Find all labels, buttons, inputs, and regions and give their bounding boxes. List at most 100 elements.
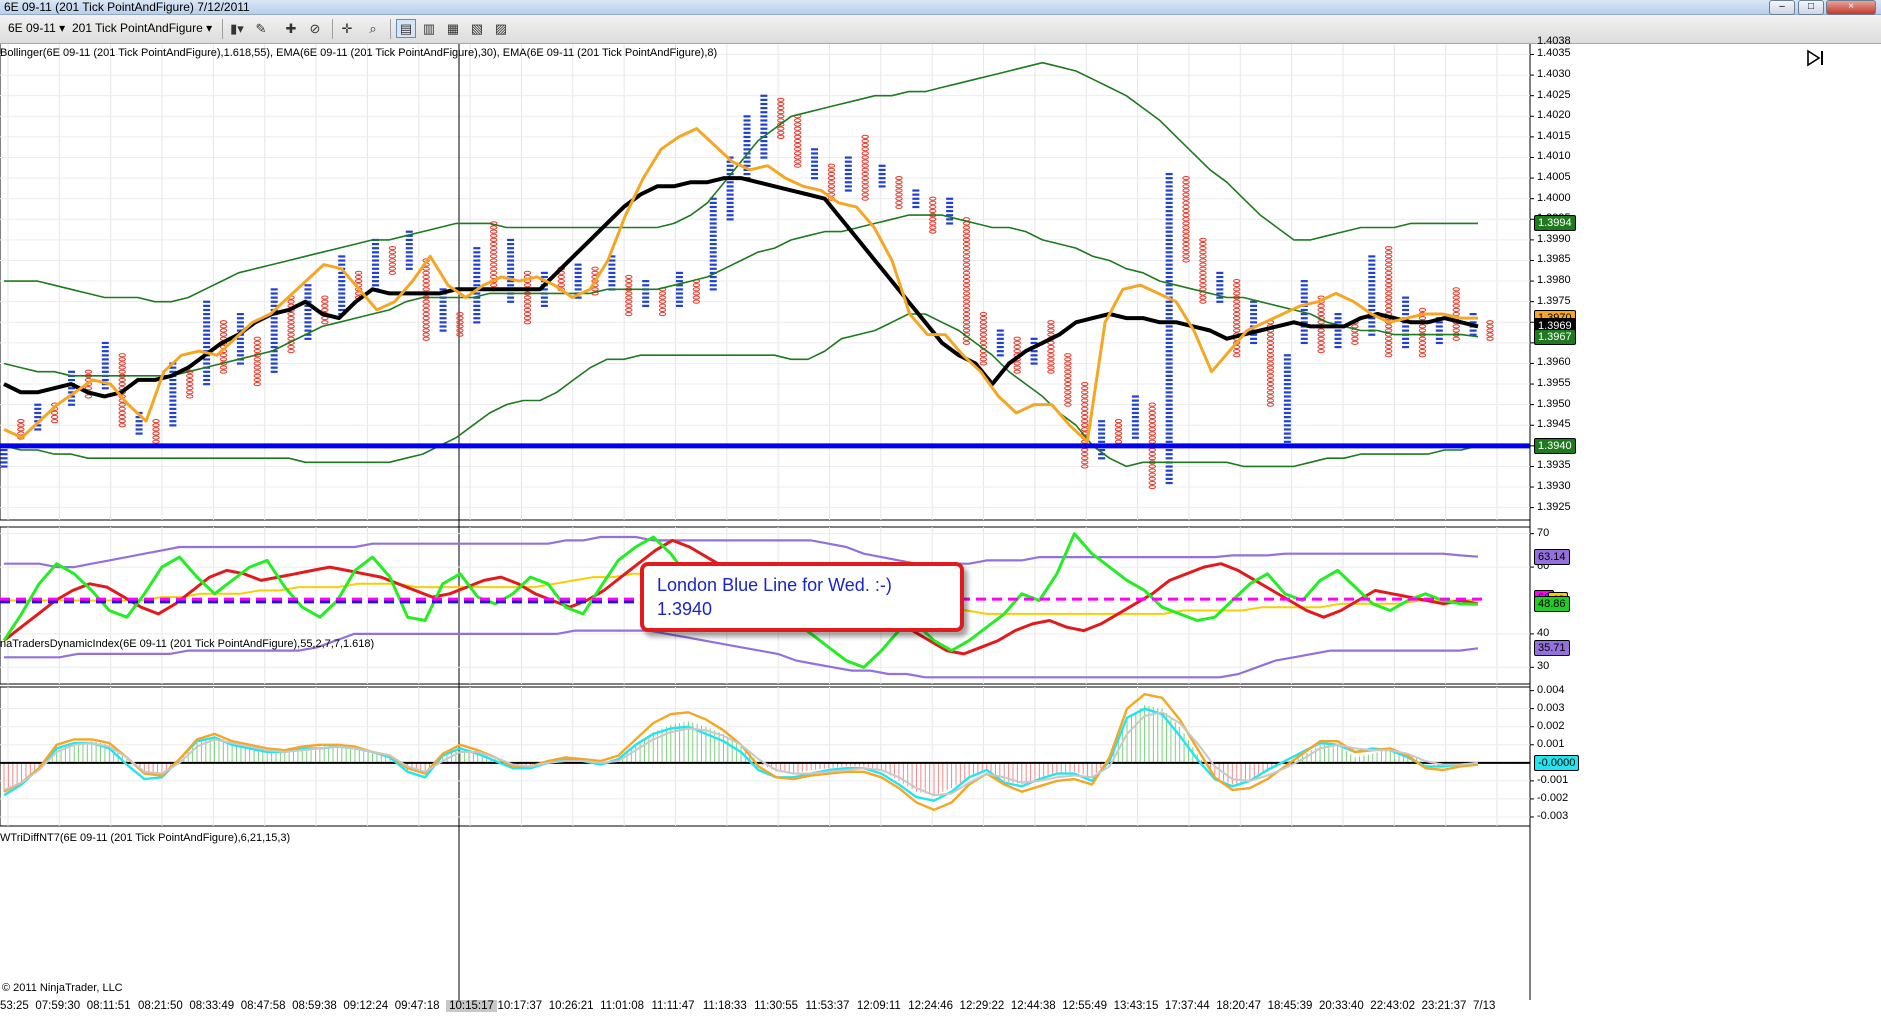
zoom-out-icon[interactable]: ⊘	[306, 20, 324, 37]
price-tick-label: 1.3945	[1537, 418, 1571, 431]
pf-x-box	[1300, 288, 1308, 291]
callout-line-1: London Blue Line for Wed. :-)	[657, 575, 892, 595]
pf-x-box	[1165, 436, 1173, 439]
pf-x-box	[372, 255, 379, 258]
pf-x-box	[1165, 201, 1173, 204]
strategies-icon[interactable]: ▦	[444, 20, 462, 37]
toolbar-separator	[222, 19, 223, 39]
maximize-button[interactable]: □	[1798, 0, 1824, 15]
pf-x-box	[760, 152, 768, 155]
price-tick-label: 1.4035	[1537, 47, 1571, 60]
pf-x-box	[675, 271, 683, 275]
time-tick-label: 12:24:46	[908, 1000, 953, 1012]
pf-x-box	[1165, 465, 1173, 468]
pf-x-box	[726, 218, 734, 221]
pf-x-box	[574, 288, 582, 291]
pf-x-box	[169, 395, 177, 398]
time-tick-label: 17:37:44	[1164, 1000, 1210, 1012]
time-tick-label: 11:53:37	[805, 1000, 850, 1012]
crosshair-icon[interactable]: ✛	[338, 20, 356, 37]
new-tab-icon[interactable]: ▨	[492, 20, 510, 37]
pf-x-box	[1165, 238, 1173, 242]
chart-canvas[interactable]	[0, 44, 1881, 1019]
pf-x-box	[574, 271, 582, 275]
pf-x-box	[743, 123, 751, 126]
indicators-icon[interactable]: ▥	[420, 20, 438, 37]
pf-x-box	[1165, 205, 1173, 209]
pf-x-box	[473, 317, 481, 320]
pf-x-box	[1283, 420, 1291, 423]
pf-x-box	[135, 420, 143, 423]
pf-x-box	[101, 370, 109, 373]
pf-x-box	[1165, 411, 1173, 415]
pf-x-box	[743, 115, 751, 118]
pf-x-box	[169, 399, 177, 402]
pf-x-box	[473, 284, 481, 287]
period-dropdown[interactable]: 201 Tick PointAndFigure ▾	[72, 19, 212, 38]
pf-x-box	[912, 189, 920, 192]
pf-x-box	[0, 453, 8, 456]
bar-type-icon[interactable]: ▮▾	[228, 20, 246, 37]
window-titlebar: 6E 09-11 (201 Tick PointAndFigure) 7/12/…	[0, 0, 1881, 15]
price-tick-label: 1.4000	[1537, 191, 1571, 204]
pf-x-box	[203, 370, 211, 373]
pf-x-box	[507, 259, 515, 262]
pf-x-box	[709, 284, 717, 287]
pf-x-box	[1368, 271, 1376, 275]
pf-x-box	[439, 300, 447, 303]
pf-x-box	[1165, 255, 1173, 258]
pf-x-box	[304, 313, 312, 316]
pf-x-box	[1165, 177, 1173, 180]
pf-x-box	[1283, 403, 1291, 406]
data-box-icon[interactable]: ▧	[468, 20, 486, 37]
pf-x-box	[1300, 292, 1308, 295]
pf-x-box	[1300, 333, 1308, 336]
pf-column	[675, 271, 683, 307]
minimize-button[interactable]: –	[1769, 0, 1795, 15]
pf-x-box	[1165, 333, 1173, 336]
tdi-value-tag: 63.14	[1534, 548, 1570, 565]
pf-x-box	[726, 205, 734, 209]
pf-x-box	[236, 321, 244, 324]
pf-x-box	[34, 416, 42, 419]
pf-x-box	[236, 341, 244, 345]
pf-x-box	[709, 205, 717, 209]
pf-x-box	[1283, 436, 1291, 439]
pf-x-box	[101, 366, 109, 369]
pf-x-box	[844, 189, 852, 192]
pf-x-box	[169, 378, 177, 382]
pf-x-box	[912, 193, 920, 196]
pencil-icon[interactable]: ✎	[252, 20, 270, 37]
pf-x-box	[1283, 387, 1291, 390]
pf-x-box	[608, 284, 616, 287]
time-tick-label: 11:11:47	[651, 1000, 695, 1012]
pf-x-box	[101, 362, 109, 365]
pf-x-box	[1165, 481, 1173, 485]
price-tick-label: 1.3975	[1537, 294, 1571, 307]
next-bar-icon[interactable]	[1805, 48, 1825, 68]
zoom-in-icon[interactable]: ✚	[282, 20, 300, 37]
pf-x-box	[1098, 432, 1106, 435]
pf-x-box	[709, 255, 717, 258]
price-tick-label: 1.3980	[1537, 274, 1571, 287]
instrument-dropdown[interactable]: 6E 09-11 ▾	[8, 19, 65, 38]
pf-x-box	[1165, 280, 1173, 283]
close-button[interactable]: ×	[1826, 0, 1876, 15]
pf-x-box	[439, 325, 447, 328]
pf-x-box	[304, 337, 312, 340]
pf-x-box	[372, 267, 379, 270]
pf-x-box	[540, 300, 548, 303]
pf-x-box	[338, 304, 346, 307]
pf-x-box	[811, 156, 819, 159]
pf-x-box	[1165, 222, 1173, 225]
toolbar-separator	[332, 19, 333, 39]
pf-x-box	[270, 370, 278, 373]
properties-icon[interactable]: ▤	[396, 19, 416, 38]
magnifier-icon[interactable]: ⌕	[364, 20, 382, 37]
pf-x-box	[304, 292, 312, 295]
pf-x-box	[338, 300, 346, 303]
pf-x-box	[169, 407, 177, 410]
pf-x-box	[169, 391, 177, 394]
pf-x-box	[1283, 428, 1291, 431]
pf-x-box	[726, 164, 734, 167]
